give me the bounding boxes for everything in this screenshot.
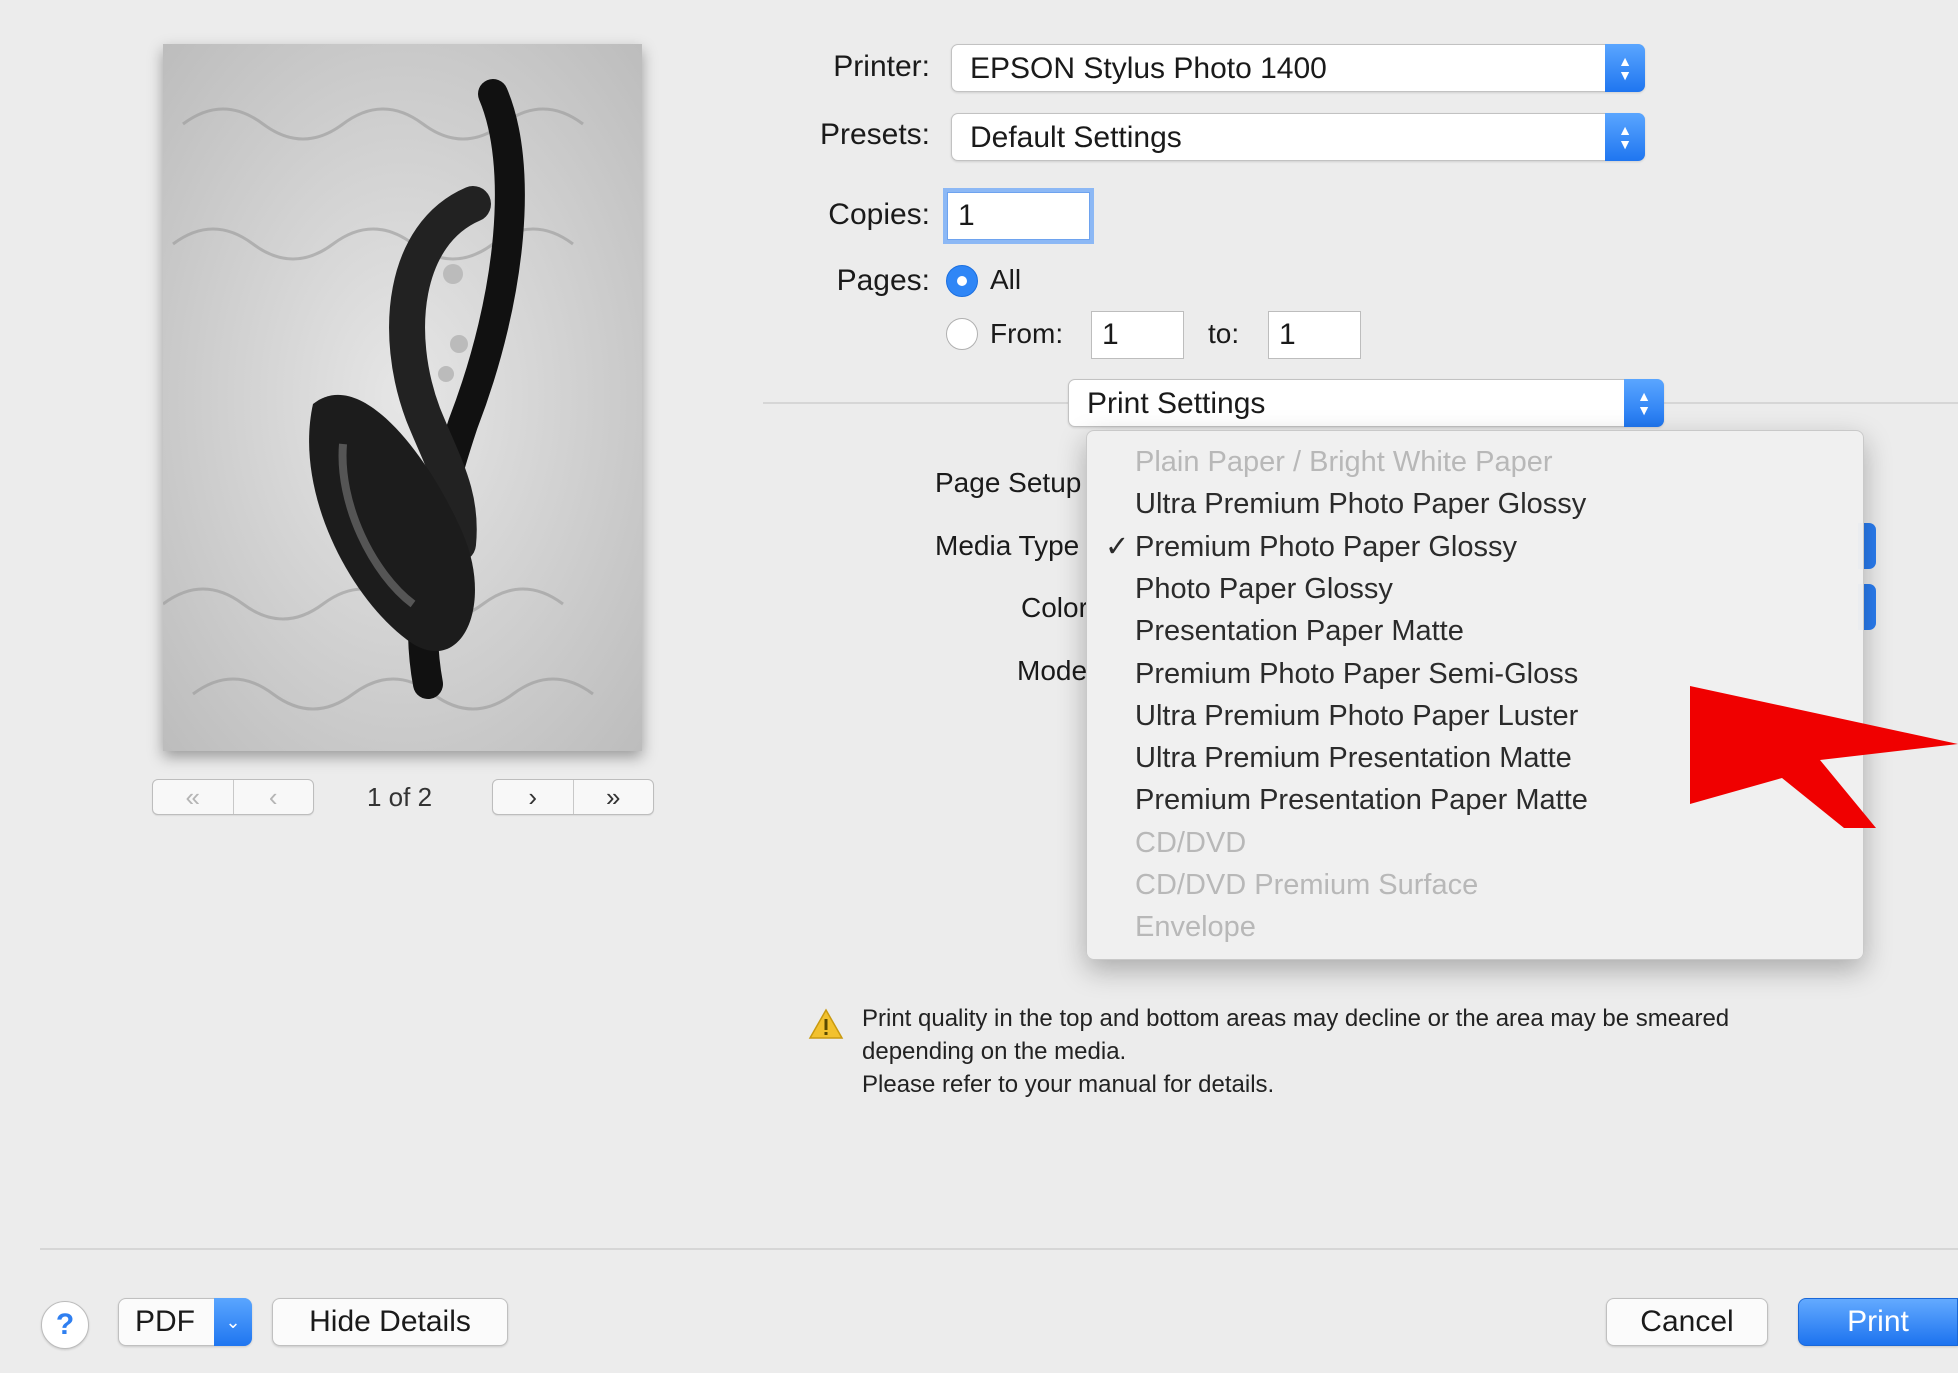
printer-popup[interactable]: EPSON Stylus Photo 1400 ▲ ▼ — [951, 44, 1645, 92]
print-preview — [163, 44, 642, 751]
media-menu-item: CD/DVD — [1135, 822, 1246, 864]
media-menu-item[interactable]: Ultra Premium Photo Paper Glossy — [1135, 483, 1586, 525]
printer-value: EPSON Stylus Photo 1400 — [970, 52, 1327, 85]
section-popup-value: Print Settings — [1087, 387, 1266, 420]
pages-range-radio[interactable] — [946, 318, 978, 350]
presets-stepper-icon: ▲ ▼ — [1605, 113, 1645, 161]
media-menu-item[interactable]: ✓ Premium Photo Paper Glossy — [1105, 526, 1517, 568]
pages-from-label: From: — [990, 318, 1064, 349]
cancel-button[interactable]: Cancel — [1606, 1298, 1768, 1346]
page-setup-label: Page Setup — [935, 467, 1082, 498]
section-popup[interactable]: Print Settings ▲ ▼ — [1068, 379, 1664, 427]
print-button[interactable]: Print — [1798, 1298, 1958, 1346]
preview-nav-forward-group: › » — [492, 779, 654, 815]
media-menu-item: CD/DVD Premium Surface — [1135, 864, 1478, 906]
pages-all-radio[interactable] — [946, 265, 978, 297]
page-indicator: 1 of 2 — [367, 782, 433, 812]
settings-label-clip: Page Setup Media Type Color Mode — [900, 455, 1086, 715]
media-menu-item-label: Premium Photo Paper Semi-Gloss — [1135, 657, 1579, 690]
media-menu-item-label: Premium Presentation Paper Matte — [1135, 784, 1588, 817]
presets-popup[interactable]: Default Settings ▲ ▼ — [951, 113, 1645, 161]
presets-value: Default Settings — [970, 121, 1182, 154]
media-menu-item-label: Presentation Paper Matte — [1135, 615, 1464, 648]
printer-label: Printer: — [833, 50, 930, 83]
copies-field[interactable]: 1 — [947, 192, 1090, 240]
media-menu-item[interactable]: Ultra Premium Presentation Matte — [1135, 737, 1572, 779]
presets-label: Presets: — [819, 118, 930, 151]
media-menu-item[interactable]: Premium Photo Paper Semi-Gloss — [1135, 653, 1578, 695]
media-menu-item-label: Ultra Premium Photo Paper Glossy — [1135, 488, 1587, 521]
pdf-label: PDF — [135, 1305, 195, 1338]
section-stepper-icon: ▲ ▼ — [1624, 379, 1664, 427]
media-type-label: Media Type — [935, 530, 1080, 561]
media-menu-item: Plain Paper / Bright White Paper — [1135, 441, 1552, 483]
warning-line-3: Please refer to your manual for details. — [862, 1071, 1275, 1098]
copies-label: Copies: — [828, 198, 930, 231]
pages-all-label: All — [990, 264, 1022, 295]
preview-nav-back-group: « ‹ — [152, 779, 314, 815]
next-page-button[interactable]: › — [493, 780, 573, 814]
warning-line-1: Print quality in the top and bottom area… — [862, 1005, 1730, 1032]
media-menu-item-label: Ultra Premium Presentation Matte — [1135, 742, 1572, 775]
help-button[interactable]: ? — [41, 1301, 89, 1349]
media-menu-item-label: CD/DVD Premium Surface — [1135, 869, 1479, 901]
pages-to-field[interactable]: 1 — [1268, 311, 1361, 359]
media-menu-item-label: Envelope — [1135, 911, 1256, 944]
media-menu-item-label: Premium Photo Paper Glossy — [1135, 530, 1517, 563]
media-menu-item-label: Photo Paper Glossy — [1135, 572, 1393, 605]
pdf-menu-button[interactable]: PDF ⌄ — [118, 1298, 252, 1346]
media-menu-item: Envelope — [1135, 906, 1256, 948]
media-menu-item[interactable]: Premium Presentation Paper Matte — [1135, 779, 1588, 821]
media-menu-item[interactable]: Ultra Premium Photo Paper Luster — [1135, 695, 1578, 737]
chevron-down-icon: ⌄ — [214, 1298, 252, 1346]
hide-details-button[interactable]: Hide Details — [272, 1298, 508, 1346]
warning-icon — [808, 1008, 844, 1039]
media-menu-item-label: CD/DVD — [1135, 826, 1247, 859]
color-label: Color — [1021, 592, 1086, 623]
warning-message: Print quality in the top and bottom area… — [862, 1002, 1729, 1101]
previous-page-button[interactable]: ‹ — [232, 780, 314, 814]
warning-line-2: depending on the media. — [862, 1038, 1127, 1065]
annotation-arrow-icon — [1690, 686, 1958, 828]
media-menu-item-label: Plain Paper / Bright White Paper — [1135, 446, 1553, 478]
checkmark-icon: ✓ — [1105, 530, 1130, 563]
printer-stepper-icon: ▲ ▼ — [1605, 44, 1645, 92]
mode-label: Mode — [1017, 655, 1086, 686]
pages-to-label: to: — [1208, 318, 1240, 349]
last-page-button[interactable]: » — [572, 780, 654, 814]
footer-separator — [40, 1248, 1958, 1250]
media-menu-item[interactable]: Presentation Paper Matte — [1135, 610, 1464, 652]
pages-label: Pages: — [836, 264, 930, 297]
pages-from-field[interactable]: 1 — [1091, 311, 1184, 359]
first-page-button[interactable]: « — [153, 780, 233, 814]
media-menu-item-label: Ultra Premium Photo Paper Luster — [1135, 699, 1579, 732]
preview-image — [163, 44, 642, 751]
media-menu-item[interactable]: Photo Paper Glossy — [1135, 568, 1393, 610]
